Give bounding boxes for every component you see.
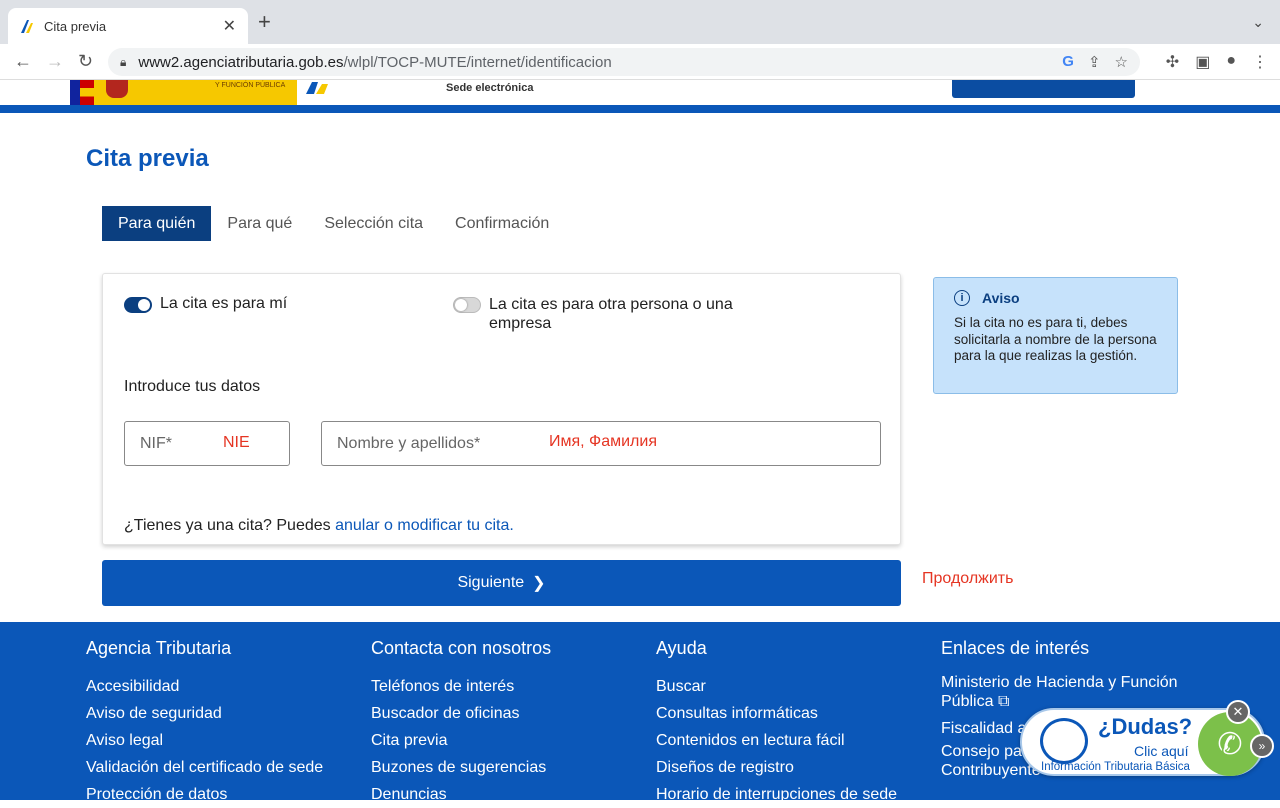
footer-col-agencia: Agencia Tributaria Accesibilidad Aviso d…	[86, 638, 366, 808]
eu-flag-icon	[70, 80, 80, 105]
chevron-right-icon: ❯	[532, 575, 546, 592]
browser-tab[interactable]: Cita previa ✕	[8, 8, 248, 44]
agencia-tributaria-favicon-icon	[21, 20, 33, 33]
new-tab-icon[interactable]: +	[258, 11, 271, 33]
footer-col-contacta: Contacta con nosotros Teléfonos de inter…	[371, 638, 651, 808]
government-logo[interactable]: Y FUNCIÓN PÚBLICA	[70, 80, 297, 105]
site-header: Y FUNCIÓN PÚBLICA Sede electrónica	[0, 80, 1280, 113]
step-tabs: Para quién Para qué Selección cita Confi…	[102, 206, 565, 241]
footer-link[interactable]: Teléfonos de interés	[371, 673, 651, 700]
footer-link[interactable]: Horario de interrupciones de sede	[656, 781, 936, 808]
expand-icon[interactable]: »	[1250, 734, 1274, 758]
toggle-para-mi[interactable]: La cita es para mí	[124, 295, 287, 313]
aviso-title: Aviso	[982, 290, 1020, 306]
reload-icon[interactable]: ↻	[78, 52, 93, 70]
dudas-clic: Clic aquí	[1134, 743, 1189, 759]
side-panel-icon[interactable]: ▣	[1195, 52, 1210, 72]
footer-col-title: Enlaces de interés	[941, 638, 1090, 658]
nif-placeholder: NIF*	[140, 434, 172, 452]
aviso-box: i Aviso Si la cita no es para ti, debes …	[933, 277, 1178, 394]
step-seleccion-cita[interactable]: Selección cita	[308, 206, 439, 241]
footer-link[interactable]: Aviso de seguridad	[86, 700, 366, 727]
agencia-tributaria-logo-icon[interactable]	[306, 80, 354, 94]
google-icon[interactable]: G	[1062, 53, 1074, 71]
dudas-chat-widget[interactable]: ¿Dudas? Clic aquí Información Tributaria…	[1020, 700, 1274, 776]
toggle-otra-persona-label: La cita es para otra persona o una empre…	[489, 296, 733, 332]
nif-input[interactable]: NIF* NIE	[124, 421, 290, 466]
profile-avatar-icon[interactable]: ●	[1226, 52, 1236, 72]
toggle-otra-persona[interactable]: La cita es para otra persona o una empre…	[453, 295, 753, 333]
have-cita-prefix: ¿Tienes ya una cita? Puedes	[124, 517, 336, 534]
browser-toolbar: ← → ↻ 🔒︎ www2.agenciatributaria.gob.es/w…	[0, 44, 1280, 80]
tab-close-icon[interactable]: ✕	[223, 16, 236, 36]
siguiente-label: Siguiente	[457, 574, 525, 591]
footer-link[interactable]: Accesibilidad	[86, 673, 366, 700]
lock-icon[interactable]: 🔒︎	[120, 55, 126, 70]
dudas-title: ¿Dudas?	[1098, 714, 1193, 739]
footer-col-ayuda: Ayuda Buscar Consultas informáticas Cont…	[656, 638, 936, 808]
url-host: www2.agenciatributaria.gob.es	[138, 53, 344, 71]
step-para-quien[interactable]: Para quién	[102, 206, 212, 241]
external-link-icon: ⧉	[997, 693, 1010, 710]
footer-link[interactable]: Contenidos en lectura fácil	[656, 727, 936, 754]
siguiente-button[interactable]: Siguiente ❯	[102, 560, 901, 606]
name-input[interactable]: Nombre y apellidos* Имя, Фамилия	[321, 421, 881, 466]
step-para-que[interactable]: Para qué	[211, 206, 308, 241]
footer-link[interactable]: Diseños de registro	[656, 754, 936, 781]
step-confirmacion[interactable]: Confirmación	[439, 206, 565, 241]
support-agent-icon	[1040, 718, 1088, 764]
footer-link[interactable]: Buscador de oficinas	[371, 700, 651, 727]
url-path: /wlpl/TOCP-MUTE/internet/identificacion	[343, 53, 612, 71]
footer-link[interactable]: Cita previa	[371, 727, 651, 754]
extensions-puzzle-icon[interactable]: ✣	[1166, 52, 1179, 72]
footer-link-text: Ministerio de Hacienda y Función Pública	[941, 674, 1178, 710]
footer-link[interactable]: Aviso legal	[86, 727, 366, 754]
siguiente-annotation: Продолжить	[922, 570, 1014, 587]
back-icon[interactable]: ←	[14, 52, 32, 70]
bookmark-star-icon[interactable]: ☆	[1115, 53, 1128, 71]
browser-menu-icon[interactable]: ⋮	[1252, 52, 1268, 72]
info-icon: i	[954, 290, 970, 306]
name-placeholder: Nombre y apellidos*	[337, 434, 481, 452]
tab-title: Cita previa	[44, 18, 107, 34]
forward-icon[interactable]: →	[46, 52, 64, 70]
page-title: Cita previa	[86, 145, 209, 172]
footer-col-title: Contacta con nosotros	[371, 638, 552, 658]
footer-link[interactable]: Protección de datos	[86, 781, 366, 808]
aviso-body: Si la cita no es para ti, debes solicita…	[954, 315, 1157, 363]
footer-col-title: Agencia Tributaria	[86, 638, 232, 658]
sede-electronica-label: Sede electrónica	[446, 82, 534, 94]
gov-logo-text: Y FUNCIÓN PÚBLICA	[215, 82, 286, 89]
footer-link[interactable]: Validación del certificado de sede	[86, 754, 366, 781]
footer-link[interactable]: Buscar	[656, 673, 936, 700]
nif-annotation: NIE	[223, 434, 250, 451]
coat-of-arms-icon	[106, 80, 128, 98]
intro-text: Introduce tus datos	[124, 378, 261, 395]
share-icon[interactable]: ⇪	[1088, 53, 1101, 71]
header-access-button[interactable]	[952, 80, 1135, 98]
identification-card: La cita es para mí La cita es para otra …	[102, 273, 901, 545]
browser-tab-bar: Cita previa ✕ + ⌄	[0, 0, 1280, 44]
close-icon[interactable]: ✕	[1226, 700, 1250, 724]
have-cita-text: ¿Tienes ya una cita? Puedes anular o mod…	[124, 517, 514, 535]
toggle-para-mi-label: La cita es para mí	[160, 295, 288, 312]
switch-on-icon[interactable]	[124, 297, 152, 313]
dudas-info: Información Tributaria Básica	[1041, 761, 1190, 773]
switch-off-icon[interactable]	[453, 297, 481, 313]
footer-col-title: Ayuda	[656, 638, 707, 658]
address-bar[interactable]: 🔒︎ www2.agenciatributaria.gob.es/wlpl/TO…	[108, 48, 1140, 76]
footer-link[interactable]: Denuncias	[371, 781, 651, 808]
footer-link[interactable]: Consultas informáticas	[656, 700, 936, 727]
name-annotation: Имя, Фамилия	[549, 433, 657, 450]
modify-cita-link[interactable]: anular o modificar tu cita.	[335, 517, 514, 534]
tab-search-chevron-icon[interactable]: ⌄	[1252, 14, 1264, 31]
footer-link[interactable]: Buzones de sugerencias	[371, 754, 651, 781]
